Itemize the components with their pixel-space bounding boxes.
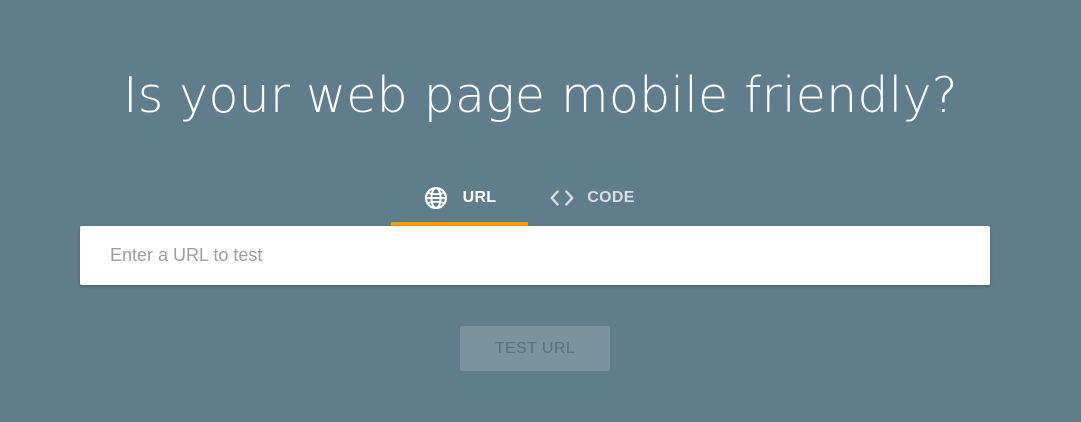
input-type-tabs: URL CODE [391,170,656,226]
tab-url-label: URL [462,189,497,206]
url-input-container [80,226,990,285]
globe-icon [423,185,449,211]
mobile-friendly-test-page: Is your web page mobile friendly? URL CO… [0,0,1081,422]
tab-code[interactable]: CODE [528,170,656,226]
code-icon [549,185,575,211]
url-input[interactable] [110,245,960,266]
tab-url[interactable]: URL [391,170,528,226]
test-url-button[interactable]: TEST URL [460,326,610,371]
tab-code-label: CODE [587,189,635,206]
page-title: Is your web page mobile friendly? [123,67,958,124]
